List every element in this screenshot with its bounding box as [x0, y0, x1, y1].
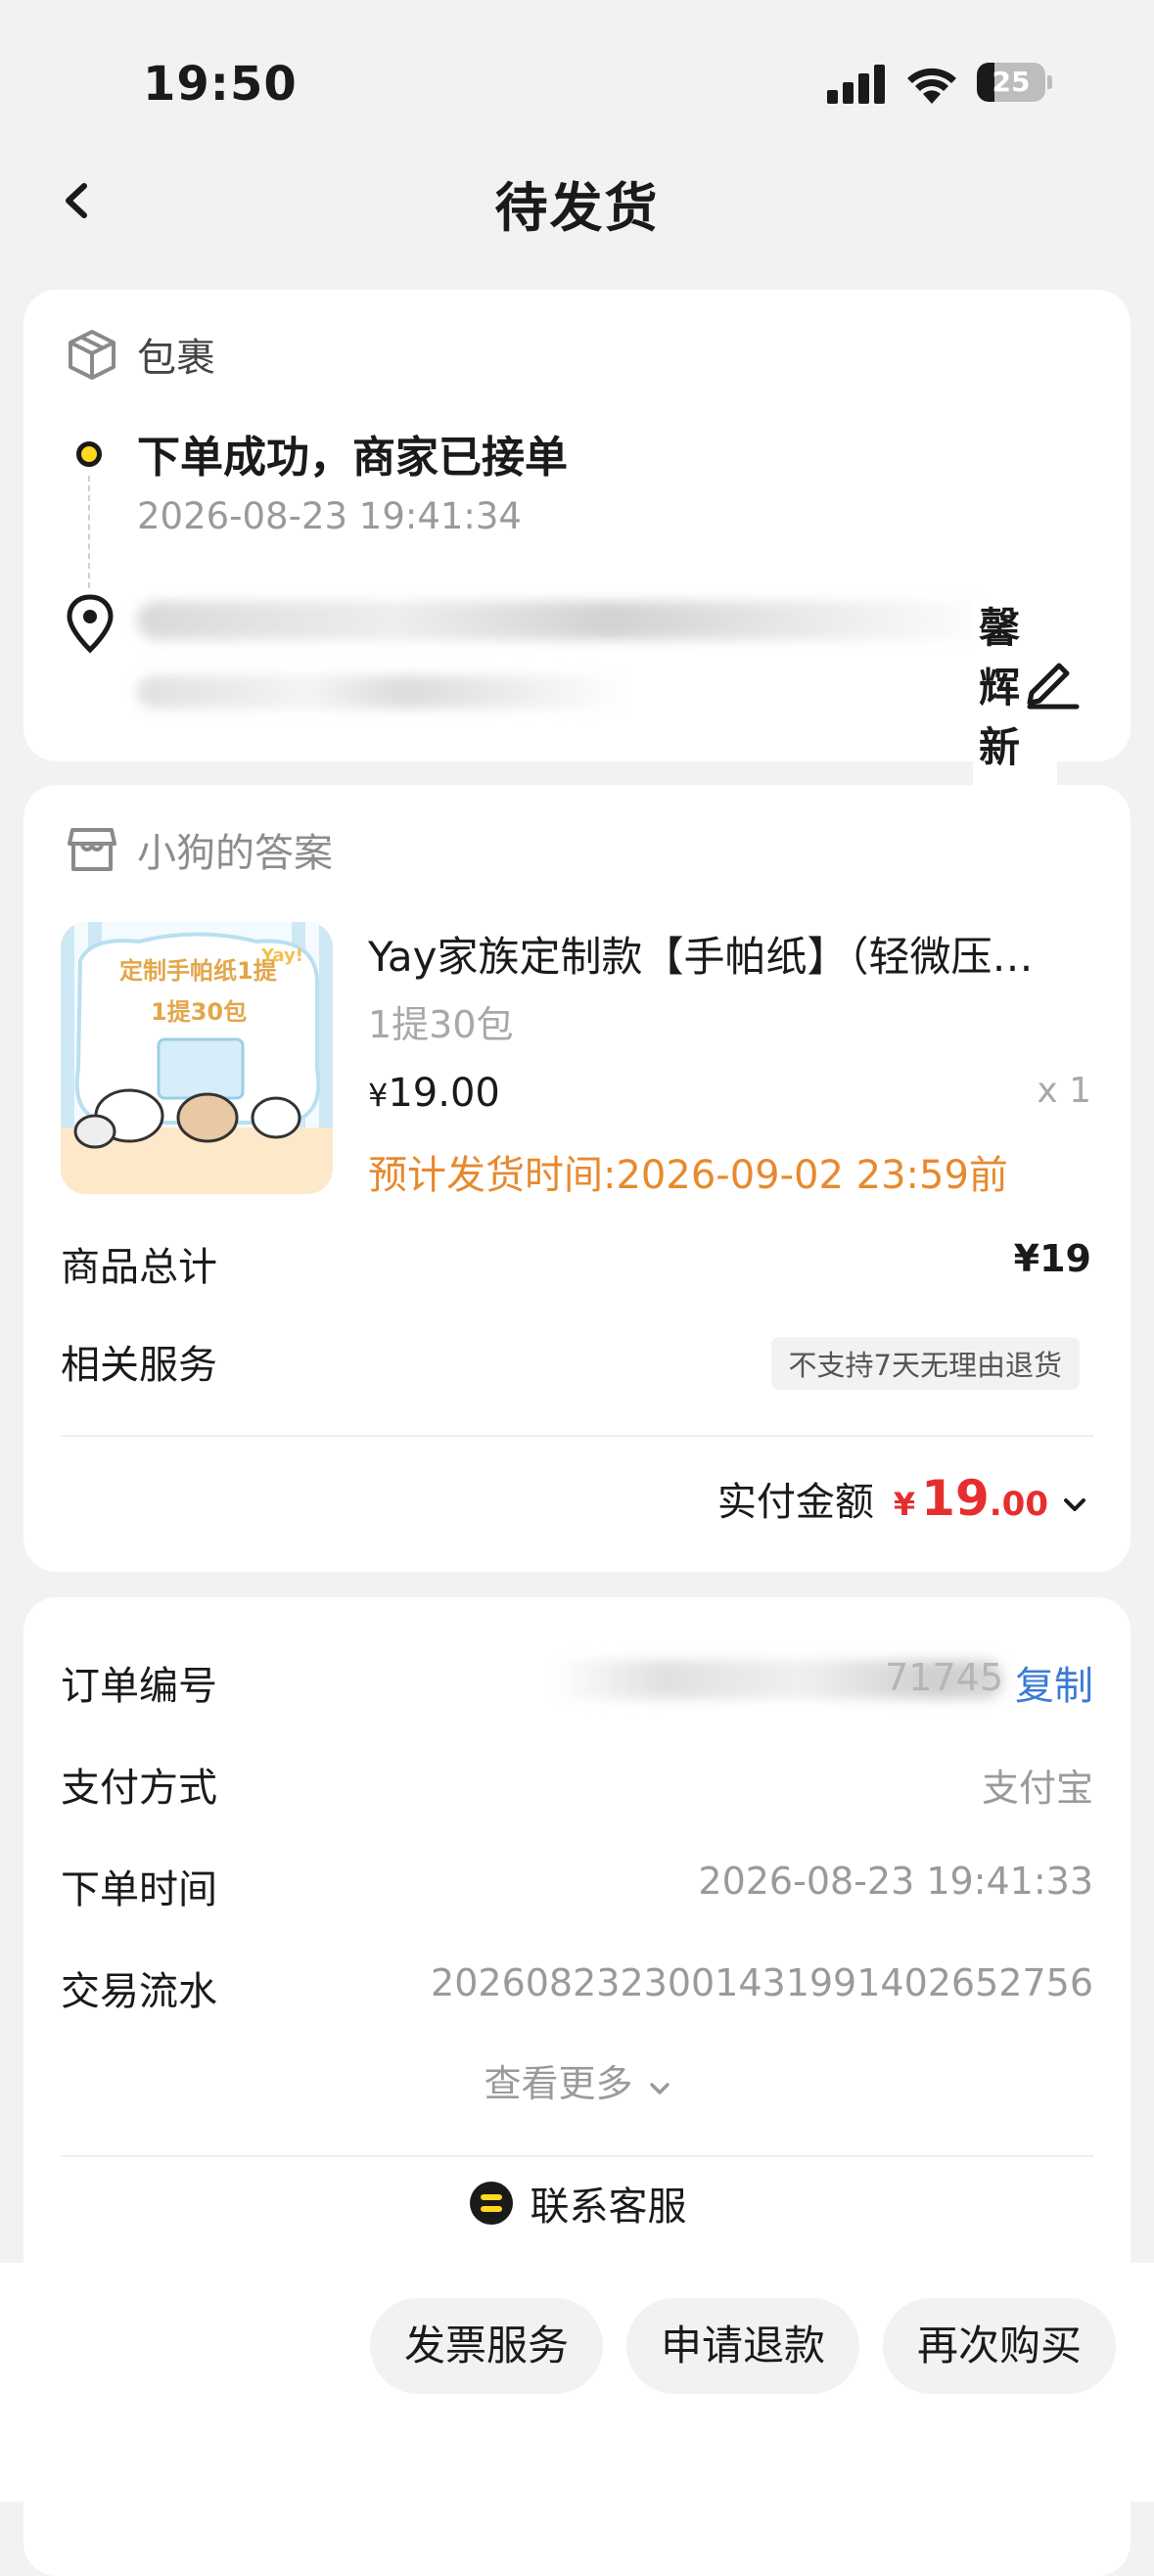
bottom-action-bar: 发票服务 申请退款 再次购买 [0, 2263, 1154, 2502]
paid-label: 实付金额 [716, 1480, 874, 1525]
address-redacted [137, 601, 998, 640]
divider [61, 2155, 1093, 2157]
customer-service-button[interactable]: 联系客服 [23, 2175, 1131, 2231]
order-status-title: 下单成功，商家已接单 [137, 433, 568, 483]
order-time-value: 2026-08-23 19:41:33 [698, 1860, 1093, 1903]
package-label: 包裹 [137, 336, 215, 381]
signal-icon [827, 65, 885, 104]
buy-again-button[interactable]: 再次购买 [883, 2298, 1116, 2394]
contact-redacted [137, 675, 626, 709]
page-title: 待发货 [494, 177, 660, 239]
battery-icon: 25 [977, 63, 1052, 102]
timeline-line [88, 476, 90, 588]
goods-total-value: ¥19 [1013, 1237, 1091, 1280]
order-time-row: 下单时间 2026-08-23 19:41:33 [61, 1858, 1093, 1916]
product-image[interactable]: 定制手帕纸1提 1提30包 Yay! [61, 922, 333, 1194]
price-currency: ¥ [368, 1077, 389, 1114]
serial-label: 交易流水 [61, 1969, 217, 2014]
service-label: 相关服务 [61, 1343, 217, 1388]
package-box-icon [69, 330, 115, 380]
timeline-dot [76, 441, 102, 467]
view-more-button[interactable]: 查看更多 [23, 2053, 1131, 2107]
pay-method-label: 支付方式 [61, 1766, 217, 1811]
copy-button[interactable]: 复制 [1015, 1654, 1093, 1711]
order-time-label: 下单时间 [61, 1867, 217, 1912]
shop-header[interactable]: 小狗的答案 [65, 822, 333, 877]
contact-line [137, 671, 646, 711]
order-number-row: 订单编号 71745 复制 [61, 1654, 1093, 1713]
product-image-text-1: 定制手帕纸1提 [119, 957, 278, 985]
product-price: ¥19.00 [368, 1071, 500, 1116]
battery-level-text: 25 [992, 66, 1031, 98]
order-status-time: 2026-08-23 19:41:34 [137, 495, 522, 537]
chevron-down-icon [1064, 1498, 1085, 1511]
status-bar: 19:50 25 [0, 0, 1154, 147]
status-time: 19:50 [143, 57, 298, 112]
order-number-value: 71745 [885, 1656, 1003, 1699]
view-more-label: 查看更多 [484, 2062, 633, 2105]
serial-row: 交易流水 2026082323001431991402652756 [61, 1959, 1093, 2018]
nav-bar: 待发货 [0, 147, 1154, 254]
customer-service-icon [469, 2182, 513, 2225]
product-image-text-3: Yay! [260, 945, 303, 966]
shop-name: 小狗的答案 [137, 831, 333, 876]
price-value: 19.00 [388, 1071, 500, 1116]
product-image-text-2: 1提30包 [151, 998, 247, 1026]
order-number-label: 订单编号 [61, 1664, 217, 1709]
product-name[interactable]: Yay家族定制款【手帕纸】（轻微压… [368, 924, 1083, 984]
wifi-icon [907, 68, 956, 104]
product-quantity: x 1 [1037, 1071, 1091, 1111]
pay-method-row: 支付方式 支付宝 [61, 1756, 1093, 1815]
invoice-service-button[interactable]: 发票服务 [370, 2298, 603, 2394]
product-spec: 1提30包 [368, 1003, 514, 1046]
paid-currency: ¥ [893, 1486, 916, 1523]
paid-amount-row[interactable]: 实付金额 ¥ 19 .00 [717, 1470, 1087, 1527]
chevron-down-icon [649, 2083, 669, 2094]
estimated-ship-time: 预计发货时间:2026-09-02 23:59前 [368, 1153, 1008, 1198]
pay-method-value: 支付宝 [981, 1767, 1093, 1810]
customer-service-label: 联系客服 [530, 2185, 687, 2230]
store-icon [68, 828, 116, 871]
paid-integer: 19 [921, 1470, 990, 1527]
location-pin-icon [67, 594, 114, 654]
paid-decimal: .00 [989, 1485, 1048, 1524]
serial-value: 2026082323001431991402652756 [431, 1961, 1093, 2004]
product-illustration: 定制手帕纸1提 1提30包 Yay! [61, 922, 333, 1194]
shop-card: 小狗的答案 定制手帕纸1提 1提30包 Yay! Yay家族定制款【手帕纸】（轻… [23, 785, 1131, 1572]
service-badge: 不支持7天无理由退货 [770, 1337, 1080, 1390]
edit-address-icon[interactable] [1022, 650, 1083, 711]
package-header: 包裹 [65, 327, 215, 382]
divider [61, 1435, 1093, 1437]
request-refund-button[interactable]: 申请退款 [626, 2298, 859, 2394]
package-card: 包裹 下单成功，商家已接单 2026-08-23 19:41:34 馨辉新村 [23, 290, 1131, 834]
goods-total-label: 商品总计 [61, 1245, 217, 1290]
address-line: 馨辉新村 [137, 595, 1057, 834]
